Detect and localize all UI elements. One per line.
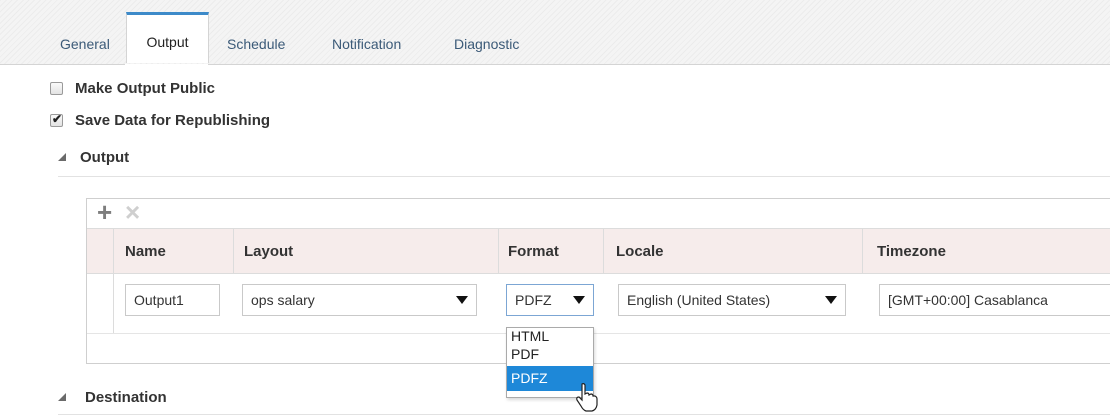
output-name-input[interactable]: Output1 (125, 284, 220, 316)
column-divider (113, 229, 114, 273)
chevron-down-icon (456, 296, 468, 304)
header-layout[interactable]: Layout (244, 243, 293, 260)
tab-general[interactable]: General (60, 14, 110, 65)
dropdown-option-html[interactable]: HTML (507, 328, 593, 346)
tab-notification[interactable]: Notification (332, 14, 401, 65)
section-divider (58, 176, 1110, 177)
x-icon[interactable]: × (125, 199, 140, 225)
layout-value: ops salary (251, 292, 315, 308)
column-divider (862, 229, 863, 273)
locale-value: English (United States) (627, 292, 771, 308)
dropdown-option-pdf[interactable]: PDF (507, 346, 593, 364)
output-table: + × Name Layout Format Locale Timezone O… (86, 198, 1110, 364)
tab-output[interactable]: Output (126, 12, 209, 63)
chevron-down-icon (825, 296, 837, 304)
header-format[interactable]: Format (508, 243, 559, 260)
format-value: PDFZ (515, 292, 552, 308)
format-select[interactable]: PDFZ (506, 284, 594, 316)
column-divider (233, 229, 234, 273)
locale-select[interactable]: English (United States) (618, 284, 846, 316)
header-name[interactable]: Name (125, 243, 166, 260)
save-data-label: Save Data for Republishing (75, 112, 271, 129)
table-row: Output1 ops salary PDFZ English (United … (87, 274, 1110, 334)
make-output-public-checkbox[interactable] (50, 82, 63, 95)
chevron-down-icon (573, 296, 585, 304)
table-header-row: Name Layout Format Locale Timezone (87, 228, 1110, 274)
collapse-triangle-icon[interactable] (58, 153, 66, 161)
destination-section-title: Destination (85, 389, 167, 406)
collapse-triangle-icon[interactable] (58, 393, 66, 401)
tab-underline (0, 64, 125, 65)
tab-underline (208, 64, 1110, 65)
header-timezone[interactable]: Timezone (877, 243, 946, 260)
plus-icon[interactable]: + (97, 199, 112, 225)
timezone-value: [GMT+00:00] Casablanca (888, 292, 1048, 308)
tab-diagnostic[interactable]: Diagnostic (454, 14, 519, 65)
make-output-public-label: Make Output Public (75, 80, 216, 97)
output-section-title: Output (80, 149, 130, 166)
section-divider (58, 414, 1110, 415)
tab-schedule[interactable]: Schedule (227, 14, 285, 65)
column-divider (498, 229, 499, 273)
pointer-cursor-icon (576, 383, 598, 412)
check-icon: ✔ (52, 112, 63, 126)
save-data-checkbox[interactable]: ✔ (50, 112, 63, 127)
column-divider (603, 229, 604, 273)
layout-select[interactable]: ops salary (242, 284, 477, 316)
column-divider (113, 274, 114, 333)
header-locale[interactable]: Locale (616, 243, 664, 260)
timezone-select[interactable]: [GMT+00:00] Casablanca (879, 284, 1110, 316)
